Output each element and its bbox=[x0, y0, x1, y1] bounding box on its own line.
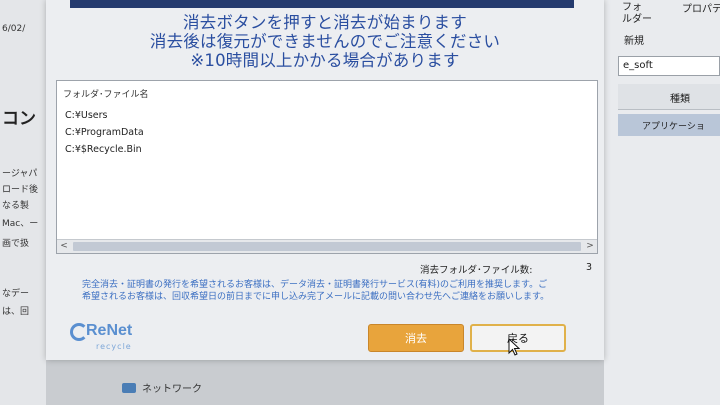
list-item[interactable]: C:¥$Recycle.Bin bbox=[65, 141, 144, 158]
folder-file-list[interactable]: フォルダ･ファイル名 C:¥Users C:¥ProgramData C:¥$R… bbox=[56, 80, 598, 254]
delete-confirm-dialog: 消去ボタンを押すと消去が始まります 消去後は復元ができませんのでご注意ください … bbox=[46, 0, 604, 360]
bg-folder-label: フォ ルダー bbox=[622, 2, 652, 25]
bg-text-line: ロード後 bbox=[2, 185, 39, 195]
scroll-left-icon[interactable]: < bbox=[57, 240, 71, 253]
bg-text-line: なデー bbox=[2, 289, 30, 299]
renet-logo: ReNet recycle bbox=[70, 322, 150, 352]
certificate-notice: 完全消去・証明書の発行を希望されるお客様は、データ消去・証明書発行サービス(有料… bbox=[82, 280, 550, 302]
file-count-value: 3 bbox=[586, 262, 593, 273]
file-count-label: 消去フォルダ･ファイル数: bbox=[420, 265, 533, 276]
warning-line: 消去ボタンを押すと消去が始まります bbox=[183, 13, 467, 32]
dialog-title-bar bbox=[70, 0, 574, 8]
list-column-header: フォルダ･ファイル名 bbox=[63, 90, 149, 100]
warning-message: 消去ボタンを押すと消去が始まります 消去後は復元ができませんのでご注意ください … bbox=[46, 13, 604, 70]
bg-date-text: 6/02/ bbox=[2, 24, 26, 34]
bg-type-header: 種類 bbox=[670, 94, 690, 105]
bg-text-line: は、回 bbox=[2, 307, 30, 317]
warning-line: 消去後は復元ができませんのでご注意ください bbox=[149, 32, 501, 51]
bg-heading-text: コン bbox=[2, 109, 36, 129]
logo-name: ReNet bbox=[86, 322, 133, 339]
bg-properties-label: プロパティ bbox=[682, 4, 720, 15]
bg-network-label: ネットワーク bbox=[142, 384, 202, 395]
bg-text-line: Mac、ー bbox=[2, 219, 39, 229]
bg-app-type-cell: アプリケーショ bbox=[642, 122, 705, 132]
bg-column-header: 種類 bbox=[618, 84, 720, 110]
scroll-right-icon[interactable]: > bbox=[583, 240, 597, 253]
background-window-left: 6/02/ コン ージャパ ロード後 なる製 Mac、ー 画で扱 なデー は、回 bbox=[0, 0, 46, 405]
scrollbar-thumb[interactable] bbox=[73, 242, 581, 251]
logo-subtitle: recycle bbox=[96, 342, 132, 351]
background-window-right: フォ ルダー プロパティ 新規 e_soft 種類 アプリケーショ bbox=[604, 0, 720, 405]
network-icon bbox=[122, 382, 136, 393]
list-item[interactable]: C:¥Users bbox=[65, 107, 144, 124]
mouse-cursor-icon bbox=[508, 337, 521, 356]
bg-text-line: ージャパ bbox=[2, 169, 38, 179]
horizontal-scrollbar[interactable]: < > bbox=[57, 239, 597, 253]
bg-network-item: ネットワーク bbox=[122, 380, 202, 395]
folder-list: C:¥Users C:¥ProgramData C:¥$Recycle.Bin bbox=[65, 107, 144, 158]
delete-button[interactable]: 消去 bbox=[368, 324, 464, 352]
bg-selected-row: アプリケーショ bbox=[618, 114, 720, 136]
bg-text-line: 画で扱 bbox=[2, 239, 30, 249]
bg-new-label: 新規 bbox=[624, 36, 644, 47]
warning-line: ※10時間以上かかる場合があります bbox=[190, 51, 460, 70]
bg-path-bar: e_soft bbox=[618, 56, 720, 76]
list-item[interactable]: C:¥ProgramData bbox=[65, 124, 144, 141]
bg-text-line: なる製 bbox=[2, 201, 30, 211]
